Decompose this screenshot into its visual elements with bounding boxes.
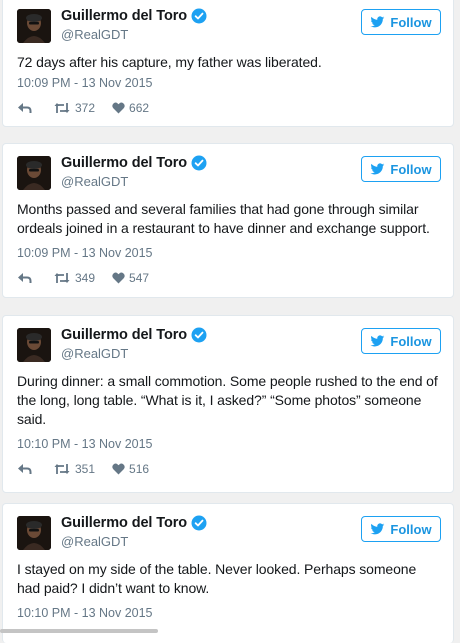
- like-button[interactable]: 547: [112, 271, 149, 285]
- author-name[interactable]: Guillermo del Toro: [61, 515, 187, 531]
- tweet-timestamp[interactable]: 10:09 PM - 13 Nov 2015: [17, 76, 153, 90]
- author-name[interactable]: Guillermo del Toro: [61, 155, 187, 171]
- author-handle[interactable]: @RealGDT: [61, 346, 128, 361]
- heart-icon: [112, 102, 125, 114]
- follow-button[interactable]: Follow: [361, 9, 441, 35]
- author-handle[interactable]: @RealGDT: [61, 27, 128, 42]
- verified-badge-icon: [191, 515, 207, 531]
- like-count: 662: [129, 101, 150, 115]
- avatar[interactable]: [17, 328, 51, 362]
- avatar[interactable]: [17, 9, 51, 43]
- retweet-icon: [54, 103, 70, 113]
- retweet-button[interactable]: 349: [54, 271, 95, 285]
- follow-button[interactable]: Follow: [361, 516, 441, 542]
- heart-icon: [112, 463, 125, 475]
- verified-badge-icon: [191, 327, 207, 343]
- horizontal-scrollbar[interactable]: [0, 629, 158, 633]
- like-button[interactable]: 516: [112, 462, 149, 476]
- follow-label: Follow: [390, 161, 432, 177]
- reply-button[interactable]: [17, 272, 32, 284]
- follow-label: Follow: [390, 333, 432, 349]
- tweet-text: 72 days after his capture, my father was…: [17, 54, 322, 70]
- retweet-count: 349: [75, 271, 96, 285]
- tweet-card: Guillermo del Toro @RealGDT Follow Month…: [2, 143, 454, 298]
- tweet-actions: 349 547: [17, 271, 149, 285]
- heart-icon: [112, 272, 125, 284]
- tweet-card: Guillermo del Toro @RealGDT Follow I sta…: [2, 503, 454, 643]
- tweet-timestamp[interactable]: 10:09 PM - 13 Nov 2015: [17, 246, 153, 260]
- tweet-text: I stayed on my side of the table. Never …: [17, 561, 417, 596]
- retweet-button[interactable]: 372: [54, 101, 95, 115]
- bird-icon: [370, 522, 385, 534]
- bird-icon: [370, 15, 385, 27]
- retweet-icon: [54, 464, 70, 474]
- verified-badge-icon: [191, 8, 207, 24]
- follow-label: Follow: [390, 14, 432, 30]
- tweet-actions: 351 516: [17, 462, 149, 476]
- author-handle[interactable]: @RealGDT: [61, 534, 128, 549]
- author-handle[interactable]: @RealGDT: [61, 174, 128, 189]
- avatar[interactable]: [17, 516, 51, 550]
- tweet-actions: 372 662: [17, 101, 149, 115]
- bird-icon: [370, 162, 385, 174]
- retweet-button[interactable]: 351: [54, 462, 95, 476]
- retweet-icon: [54, 273, 70, 283]
- reply-icon: [18, 103, 32, 113]
- bird-icon: [370, 334, 385, 346]
- tweet-text: Months passed and several families that …: [17, 201, 430, 236]
- tweet-text: During dinner: a small commotion. Some p…: [17, 373, 438, 427]
- retweet-count: 351: [75, 462, 96, 476]
- reply-button[interactable]: [17, 463, 32, 475]
- tweet-card: Guillermo del Toro @RealGDT Follow Durin…: [2, 315, 454, 493]
- author-name[interactable]: Guillermo del Toro: [61, 327, 187, 343]
- avatar[interactable]: [17, 156, 51, 190]
- follow-button[interactable]: Follow: [361, 156, 441, 182]
- author-name[interactable]: Guillermo del Toro: [61, 8, 187, 24]
- like-button[interactable]: 662: [112, 101, 149, 115]
- reply-icon: [18, 464, 32, 474]
- reply-icon: [18, 273, 32, 283]
- tweet-timestamp[interactable]: 10:10 PM - 13 Nov 2015: [17, 437, 153, 451]
- follow-button[interactable]: Follow: [361, 328, 441, 354]
- reply-button[interactable]: [17, 102, 32, 114]
- like-count: 547: [129, 271, 150, 285]
- follow-label: Follow: [390, 521, 432, 537]
- like-count: 516: [129, 462, 150, 476]
- retweet-count: 372: [75, 101, 96, 115]
- verified-badge-icon: [191, 155, 207, 171]
- tweet-timestamp[interactable]: 10:10 PM - 13 Nov 2015: [17, 606, 153, 620]
- tweet-card: Guillermo del Toro @RealGDT Follow 72 da…: [2, 0, 454, 127]
